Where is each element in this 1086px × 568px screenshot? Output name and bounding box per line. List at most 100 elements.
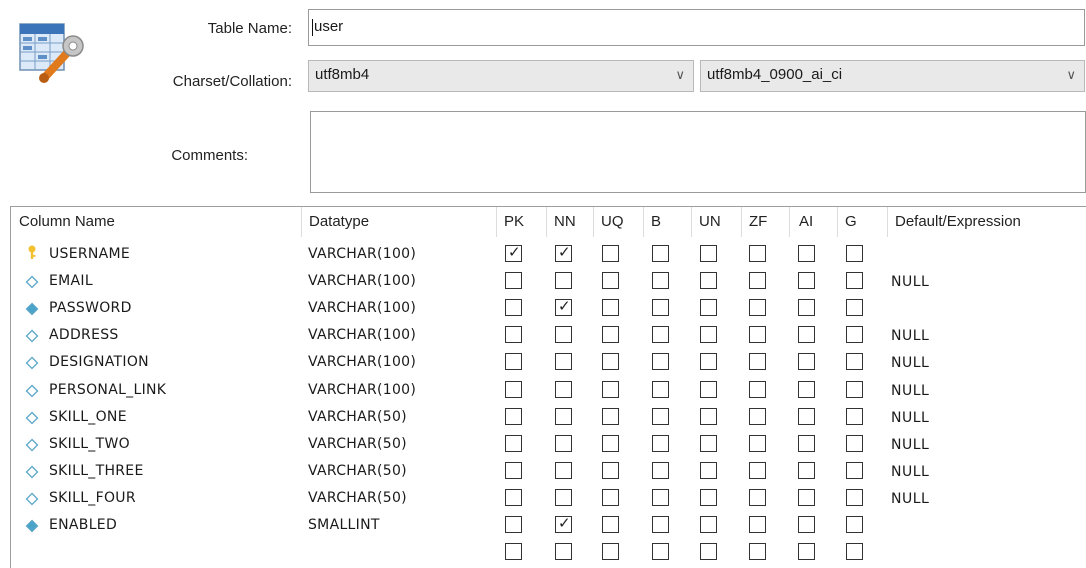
checkbox-ai[interactable] bbox=[798, 461, 815, 479]
checkbox-b[interactable] bbox=[652, 326, 669, 344]
column-name-cell[interactable]: SKILL_ONE bbox=[49, 409, 127, 425]
header-separator[interactable] bbox=[496, 207, 497, 237]
datatype-cell[interactable]: VARCHAR(50) bbox=[308, 463, 407, 479]
checkbox-nn[interactable]: ✓ bbox=[555, 243, 572, 262]
checkbox-ai[interactable] bbox=[798, 245, 815, 262]
checkbox-zf[interactable] bbox=[749, 488, 766, 506]
header-nn[interactable]: NN bbox=[554, 207, 576, 237]
header-column-name[interactable]: Column Name bbox=[19, 207, 115, 237]
header-b[interactable]: B bbox=[651, 207, 661, 237]
checkbox-g[interactable] bbox=[846, 434, 863, 452]
checkbox-un[interactable] bbox=[700, 245, 717, 262]
checkbox-uq[interactable] bbox=[602, 543, 619, 561]
checkbox-un[interactable] bbox=[700, 488, 717, 506]
column-name-cell[interactable]: DESIGNATION bbox=[49, 354, 149, 370]
table-row[interactable]: PERSONAL_LINK VARCHAR(100) NULL bbox=[11, 378, 1086, 405]
column-name-cell[interactable]: SKILL_THREE bbox=[49, 463, 144, 479]
checkbox-un[interactable] bbox=[700, 353, 717, 371]
checkbox-uq[interactable] bbox=[602, 299, 619, 317]
checkbox-ai[interactable] bbox=[798, 543, 815, 561]
checkbox-zf[interactable] bbox=[749, 353, 766, 371]
checkbox-g[interactable] bbox=[846, 407, 863, 425]
checkbox-b[interactable] bbox=[652, 516, 669, 533]
checkbox-ai[interactable] bbox=[798, 299, 815, 317]
checkbox-zf[interactable] bbox=[749, 407, 766, 425]
datatype-cell[interactable]: VARCHAR(100) bbox=[308, 354, 416, 370]
checkbox-g[interactable] bbox=[846, 326, 863, 344]
checkbox-nn[interactable] bbox=[555, 272, 572, 290]
header-separator[interactable] bbox=[593, 207, 594, 237]
checkbox-ai[interactable] bbox=[798, 272, 815, 290]
datatype-cell[interactable]: VARCHAR(100) bbox=[308, 246, 416, 262]
header-separator[interactable] bbox=[691, 207, 692, 237]
checkbox-un[interactable] bbox=[700, 326, 717, 344]
checkbox-zf[interactable] bbox=[749, 326, 766, 344]
checkbox-pk[interactable] bbox=[505, 434, 522, 452]
checkbox-un[interactable] bbox=[700, 272, 717, 290]
checkbox-zf[interactable] bbox=[749, 299, 766, 317]
header-separator[interactable] bbox=[887, 207, 888, 237]
checkbox-pk[interactable] bbox=[505, 407, 522, 425]
checkbox-un[interactable] bbox=[700, 380, 717, 398]
checkbox-g[interactable] bbox=[846, 516, 863, 533]
checkbox-pk[interactable] bbox=[505, 461, 522, 479]
column-name-cell[interactable]: PASSWORD bbox=[49, 300, 132, 316]
checkbox-un[interactable] bbox=[700, 543, 717, 561]
header-separator[interactable] bbox=[789, 207, 790, 237]
default-expression-cell[interactable]: NULL bbox=[891, 383, 929, 399]
charset-select[interactable]: utf8mb4 ∨ bbox=[308, 60, 694, 92]
checkbox-uq[interactable] bbox=[602, 488, 619, 506]
table-row[interactable]: SKILL_THREE VARCHAR(50) NULL bbox=[11, 459, 1086, 486]
checkbox-g[interactable] bbox=[846, 488, 863, 506]
default-expression-cell[interactable]: NULL bbox=[891, 328, 929, 344]
checkbox-uq[interactable] bbox=[602, 272, 619, 290]
column-name-cell[interactable]: SKILL_FOUR bbox=[49, 490, 136, 506]
checkbox-zf[interactable] bbox=[749, 543, 766, 561]
datatype-cell[interactable]: VARCHAR(50) bbox=[308, 409, 407, 425]
table-row[interactable]: USERNAME VARCHAR(100) ✓ ✓ bbox=[11, 242, 1086, 269]
default-expression-cell[interactable]: NULL bbox=[891, 491, 929, 507]
checkbox-b[interactable] bbox=[652, 407, 669, 425]
table-row[interactable]: SKILL_FOUR VARCHAR(50) NULL bbox=[11, 486, 1086, 513]
checkbox-pk[interactable] bbox=[505, 543, 522, 561]
checkbox-zf[interactable] bbox=[749, 245, 766, 262]
checkbox-uq[interactable] bbox=[602, 380, 619, 398]
table-row[interactable]: SKILL_ONE VARCHAR(50) NULL bbox=[11, 405, 1086, 432]
default-expression-cell[interactable]: NULL bbox=[891, 274, 929, 290]
checkbox-ai[interactable] bbox=[798, 326, 815, 344]
checkbox-un[interactable] bbox=[700, 407, 717, 425]
checkbox-zf[interactable] bbox=[749, 516, 766, 533]
column-name-cell[interactable]: ADDRESS bbox=[49, 327, 119, 343]
datatype-cell[interactable]: VARCHAR(100) bbox=[308, 382, 416, 398]
table-row[interactable]: ADDRESS VARCHAR(100) NULL bbox=[11, 323, 1086, 350]
checkbox-nn[interactable]: ✓ bbox=[555, 514, 572, 533]
checkbox-ai[interactable] bbox=[798, 380, 815, 398]
checkbox-un[interactable] bbox=[700, 299, 717, 317]
collation-select[interactable]: utf8mb4_0900_ai_ci ∨ bbox=[700, 60, 1085, 92]
checkbox-pk[interactable] bbox=[505, 353, 522, 371]
checkbox-g[interactable] bbox=[846, 299, 863, 317]
checkbox-g[interactable] bbox=[846, 353, 863, 371]
header-zf[interactable]: ZF bbox=[749, 207, 767, 237]
datatype-cell[interactable]: VARCHAR(50) bbox=[308, 490, 407, 506]
checkbox-pk[interactable] bbox=[505, 326, 522, 344]
checkbox-nn[interactable]: ✓ bbox=[555, 297, 572, 317]
checkbox-g[interactable] bbox=[846, 461, 863, 479]
column-name-cell[interactable]: ENABLED bbox=[49, 517, 117, 533]
checkbox-nn[interactable] bbox=[555, 543, 572, 561]
datatype-cell[interactable]: SMALLINT bbox=[308, 517, 380, 533]
checkbox-nn[interactable] bbox=[555, 488, 572, 506]
checkbox-zf[interactable] bbox=[749, 434, 766, 452]
checkbox-nn[interactable] bbox=[555, 434, 572, 452]
datatype-cell[interactable]: VARCHAR(100) bbox=[308, 327, 416, 343]
checkbox-g[interactable] bbox=[846, 272, 863, 290]
checkbox-zf[interactable] bbox=[749, 272, 766, 290]
checkbox-pk[interactable] bbox=[505, 380, 522, 398]
header-g[interactable]: G bbox=[845, 207, 857, 237]
default-expression-cell[interactable]: NULL bbox=[891, 410, 929, 426]
checkbox-uq[interactable] bbox=[602, 461, 619, 479]
checkbox-nn[interactable] bbox=[555, 353, 572, 371]
checkbox-uq[interactable] bbox=[602, 434, 619, 452]
table-row[interactable]: EMAIL VARCHAR(100) NULL bbox=[11, 269, 1086, 296]
column-name-cell[interactable]: PERSONAL_LINK bbox=[49, 382, 166, 398]
